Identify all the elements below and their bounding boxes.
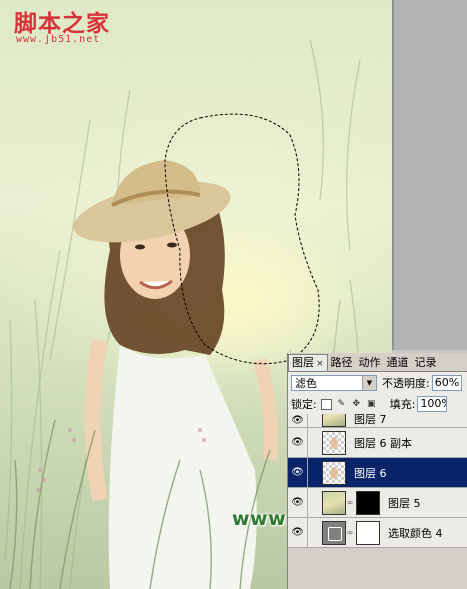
layer-thumbnail [322, 490, 346, 515]
close-icon[interactable]: × [316, 359, 324, 369]
eye-icon[interactable]: 👁 [288, 428, 308, 457]
blend-row: 滤色 ▼ 不透明度: 60% [288, 371, 467, 394]
layer-row[interactable]: 👁 ∞ 选取颜色 4 [288, 518, 467, 548]
tab-paths[interactable]: 路径 [328, 355, 356, 371]
layer-row-selected[interactable]: 👁 图层 6 [288, 458, 467, 488]
lock-move-icon[interactable]: ✥ [351, 399, 362, 410]
opacity-label: 不透明度: [382, 377, 430, 390]
layer-mask-thumbnail[interactable] [356, 520, 380, 545]
layer-name: 图层 6 副本 [354, 436, 412, 450]
opacity-input[interactable]: 60% [431, 375, 462, 391]
layers-panel: 图层 × 路径 动作 通道 记录 滤色 ▼ 不透明度: 60% 锁定: ✎ ✥ ▣… [287, 353, 467, 589]
layer-row[interactable]: 👁 图层 6 副本 [288, 428, 467, 458]
layer-thumbnail [322, 460, 346, 485]
watermark-url: www.jb51.net [16, 34, 101, 45]
link-icon[interactable]: ∞ [346, 528, 354, 537]
layer-name: 图层 5 [388, 496, 421, 510]
layer-name: 选取颜色 4 [388, 526, 443, 540]
layer-list: 👁 图层 7 👁 图层 6 副本 👁 图层 6 👁 ∞ 图层 5 👁 ∞ 选取颜… [288, 414, 467, 548]
lock-label: 锁定: [291, 398, 317, 411]
layer-row[interactable]: 👁 ∞ 图层 5 [288, 488, 467, 518]
layer-thumbnail [322, 430, 346, 455]
link-icon[interactable]: ∞ [346, 498, 354, 507]
layer-name: 图层 6 [354, 466, 387, 480]
lock-row: 锁定: ✎ ✥ ▣ 填充: 100% [288, 394, 467, 415]
workspace-background [392, 0, 467, 350]
blend-mode-value: 滤色 [295, 377, 317, 390]
eye-icon[interactable]: 👁 [288, 488, 308, 517]
adjustment-layer-icon [322, 520, 346, 545]
layer-row[interactable]: 👁 图层 7 [288, 414, 467, 428]
layer-name: 图层 7 [354, 414, 387, 426]
tab-history[interactable]: 记录 [412, 355, 440, 371]
panel-tabs: 图层 × 路径 动作 通道 记录 [288, 353, 467, 371]
watermark-title: 脚本之家 [14, 10, 110, 37]
fill-label: 填充: [389, 398, 416, 411]
fill-input[interactable]: 100% [417, 396, 448, 412]
layer-mask-thumbnail[interactable] [356, 490, 380, 515]
lock-transparency-icon[interactable] [320, 398, 332, 410]
tab-layers[interactable]: 图层 × [288, 354, 328, 371]
lock-brush-icon[interactable]: ✎ [336, 399, 347, 410]
chevron-down-icon[interactable]: ▼ [362, 376, 376, 390]
tab-channels[interactable]: 通道 [384, 355, 412, 371]
eye-icon[interactable]: 👁 [288, 414, 308, 427]
blend-mode-select[interactable]: 滤色 ▼ [291, 375, 377, 391]
eye-icon[interactable]: 👁 [288, 518, 308, 547]
lock-all-icon[interactable]: ▣ [366, 399, 377, 410]
tab-layers-label: 图层 [292, 356, 314, 369]
eye-icon[interactable]: 👁 [288, 458, 308, 487]
canvas-edge [392, 0, 394, 350]
tab-actions[interactable]: 动作 [356, 355, 384, 371]
layer-thumbnail [322, 414, 346, 427]
